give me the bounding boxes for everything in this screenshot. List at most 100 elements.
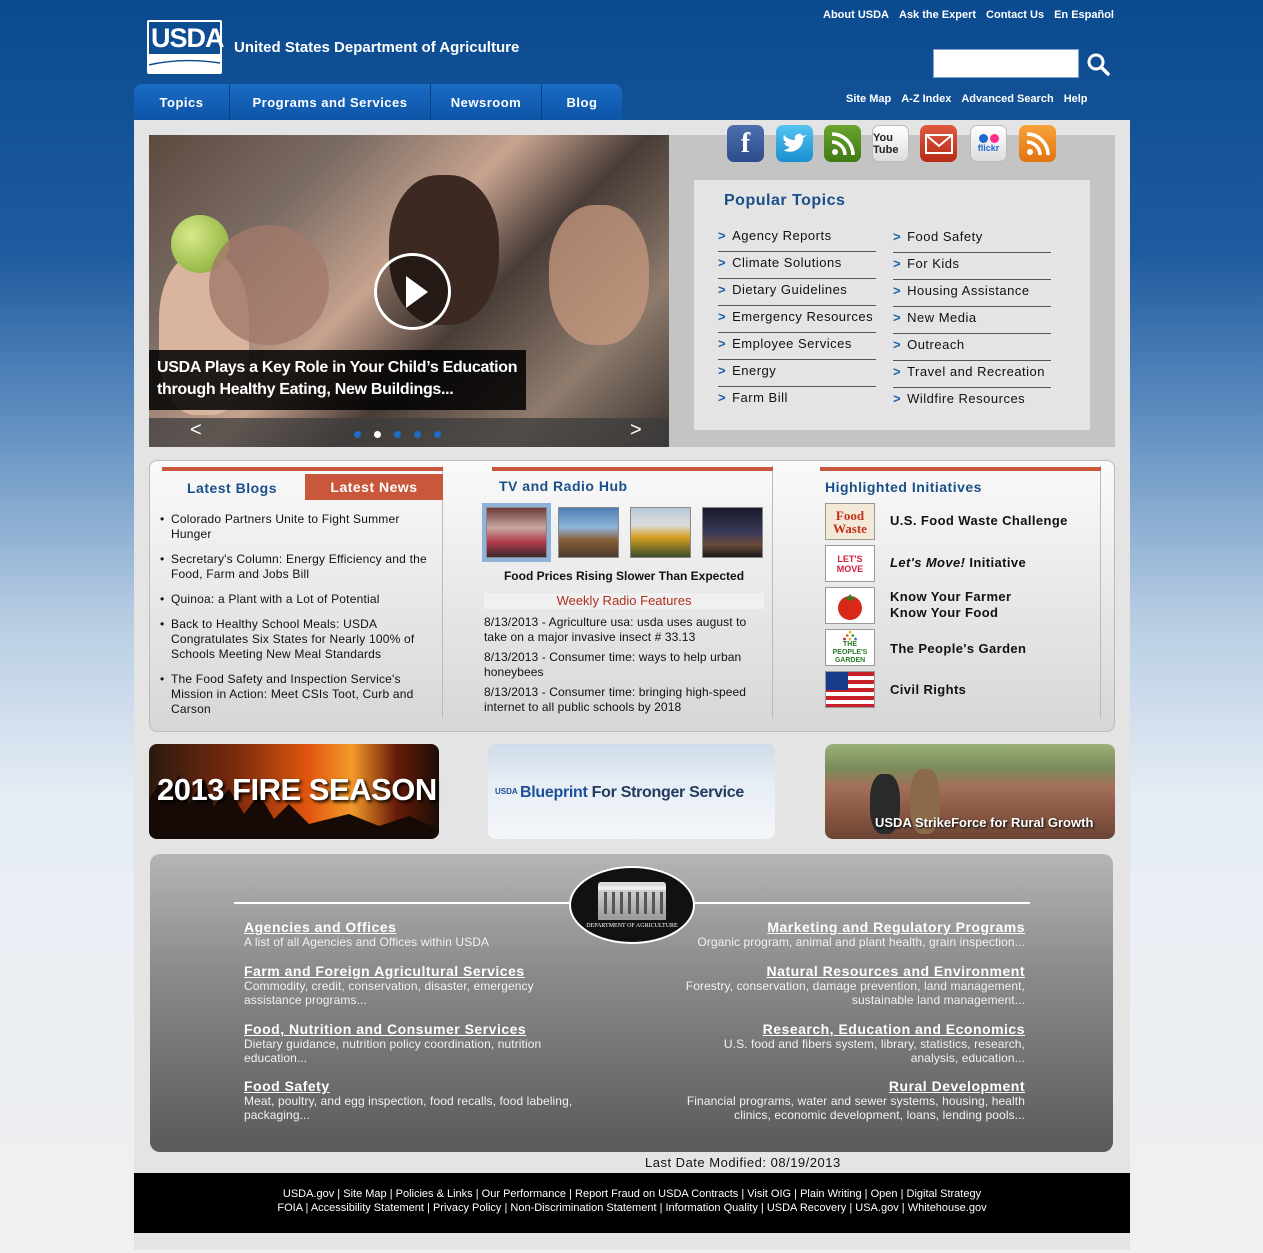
food-waste-icon[interactable]: Food Waste: [825, 503, 875, 540]
footer-link[interactable]: Digital Strategy: [907, 1188, 982, 1200]
nav-programs-services[interactable]: Programs and Services: [230, 84, 431, 120]
video-thumbnail[interactable]: [558, 507, 619, 558]
usda-logo[interactable]: USDA: [147, 20, 225, 74]
tab-latest-blogs[interactable]: Latest Blogs: [162, 472, 302, 500]
agency-link[interactable]: Marketing and Regulatory Programs: [665, 919, 1025, 935]
list-item[interactable]: Quinoa: a Plant with a Lot of Potential: [160, 592, 435, 607]
topic-link[interactable]: > Travel and Recreation: [893, 361, 1051, 388]
email-icon[interactable]: [920, 125, 957, 162]
espanol-link[interactable]: En Español: [1054, 9, 1114, 21]
tv-radio-title[interactable]: TV and Radio Hub: [499, 478, 628, 494]
topic-link[interactable]: > Energy: [718, 360, 876, 387]
footer-link[interactable]: Whitehouse.gov: [908, 1202, 987, 1214]
site-map-link[interactable]: Site Map: [846, 93, 891, 105]
hero-caption[interactable]: USDA Plays a Key Role in Your Child’s Ed…: [149, 350, 526, 410]
slider-dot[interactable]: [414, 431, 421, 438]
flag-icon[interactable]: [825, 671, 875, 708]
slider-dot[interactable]: [434, 431, 441, 438]
footer-link[interactable]: Policies & Links: [396, 1188, 473, 1200]
initiative-label[interactable]: U.S. Food Waste Challenge: [890, 513, 1068, 529]
agency-link[interactable]: Agencies and Offices: [244, 919, 554, 935]
youtube-icon[interactable]: You Tube: [872, 125, 909, 162]
lets-move-icon[interactable]: LET'S MOVE: [825, 545, 875, 582]
footer-link[interactable]: Privacy Policy: [433, 1202, 501, 1214]
radio-list: 8/13/2013 - Agriculture usa: usda uses a…: [484, 615, 759, 720]
radio-item[interactable]: 8/13/2013 - Consumer time: bringing high…: [484, 685, 759, 715]
footer-link[interactable]: Report Fraud on USDA Contracts: [575, 1188, 738, 1200]
video-thumbnail[interactable]: [702, 507, 763, 558]
footer-link[interactable]: Visit OIG: [747, 1188, 791, 1200]
video-thumbnail[interactable]: [486, 507, 547, 558]
topic-link[interactable]: > Employee Services: [718, 333, 876, 360]
slider-next-button[interactable]: >: [630, 419, 642, 442]
contact-us-link[interactable]: Contact Us: [986, 9, 1044, 21]
advanced-search-link[interactable]: Advanced Search: [961, 93, 1053, 105]
slider-dot[interactable]: [394, 431, 401, 438]
peoples-garden-icon[interactable]: THE PEOPLE'S GARDEN: [825, 629, 875, 666]
footer-link[interactable]: Our Performance: [482, 1188, 566, 1200]
initiative-label[interactable]: Civil Rights: [890, 682, 966, 698]
nav-newsroom[interactable]: Newsroom: [431, 84, 542, 120]
topic-link[interactable]: > For Kids: [893, 253, 1051, 280]
flickr-icon[interactable]: flickr: [970, 125, 1007, 162]
play-video-icon[interactable]: [374, 253, 451, 330]
topic-link[interactable]: > Emergency Resources: [718, 306, 876, 333]
topic-link[interactable]: > Farm Bill: [718, 387, 876, 414]
video-caption[interactable]: Food Prices Rising Slower Than Expected: [484, 569, 764, 583]
topic-link[interactable]: > Wildfire Resources: [893, 388, 1051, 415]
search-button[interactable]: [1086, 52, 1110, 76]
footer-link[interactable]: Plain Writing: [800, 1188, 862, 1200]
blogger-icon[interactable]: [824, 125, 861, 162]
footer-link[interactable]: Information Quality: [666, 1202, 758, 1214]
rss-icon[interactable]: [1019, 125, 1056, 162]
slider-prev-button[interactable]: <: [190, 419, 202, 442]
radio-item[interactable]: 8/13/2013 - Consumer time: ways to help …: [484, 650, 759, 680]
topic-link[interactable]: > Dietary Guidelines: [718, 279, 876, 306]
topic-link[interactable]: > Food Safety: [893, 226, 1051, 253]
agency-link[interactable]: Natural Resources and Environment: [665, 963, 1025, 979]
ask-expert-link[interactable]: Ask the Expert: [899, 9, 976, 21]
nav-blog[interactable]: Blog: [542, 84, 622, 120]
topic-link[interactable]: > Outreach: [893, 334, 1051, 361]
topic-link[interactable]: > Climate Solutions: [718, 252, 876, 279]
footer-link[interactable]: FOIA: [277, 1202, 302, 1214]
agency-link[interactable]: Food, Nutrition and Consumer Services: [244, 1021, 554, 1037]
slider-dot[interactable]: [354, 431, 361, 438]
footer-link[interactable]: USDA Recovery: [767, 1202, 846, 1214]
radio-header[interactable]: Weekly Radio Features: [484, 593, 764, 609]
tab-latest-news[interactable]: Latest News: [305, 474, 443, 500]
list-item[interactable]: Back to Healthy School Meals: USDA Congr…: [160, 617, 435, 662]
agency-link[interactable]: Rural Development: [665, 1078, 1025, 1094]
radio-item[interactable]: 8/13/2013 - Agriculture usa: usda uses a…: [484, 615, 759, 645]
footer-link[interactable]: Open: [871, 1188, 898, 1200]
footer-link[interactable]: USDA.gov: [283, 1188, 334, 1200]
list-item[interactable]: Colorado Partners Unite to Fight Summer …: [160, 512, 435, 542]
slider-dot-active[interactable]: [374, 431, 381, 438]
help-link[interactable]: Help: [1064, 93, 1088, 105]
footer-link[interactable]: Accessibility Statement: [311, 1202, 424, 1214]
twitter-icon[interactable]: [776, 125, 813, 162]
footer-link[interactable]: Non-Discrimination Statement: [510, 1202, 656, 1214]
az-index-link[interactable]: A-Z Index: [901, 93, 951, 105]
initiative-label[interactable]: Let's Move! Initiative: [890, 555, 1026, 571]
topic-link[interactable]: > New Media: [893, 307, 1051, 334]
search-input[interactable]: [933, 49, 1079, 78]
about-usda-link[interactable]: About USDA: [823, 9, 889, 21]
topic-link[interactable]: > Housing Assistance: [893, 280, 1051, 307]
initiative-label[interactable]: Know Your Farmer Know Your Food: [890, 589, 1012, 621]
facebook-icon[interactable]: f: [727, 125, 764, 162]
topic-label: Agency Reports: [732, 228, 832, 243]
agency-link[interactable]: Farm and Foreign Agricultural Services: [244, 963, 554, 979]
agency-link[interactable]: Research, Education and Economics: [705, 1021, 1025, 1037]
list-item[interactable]: Secretary's Column: Energy Efficiency an…: [160, 552, 435, 582]
video-thumbnail[interactable]: [630, 507, 691, 558]
agency-link[interactable]: Food Safety: [244, 1078, 584, 1094]
topic-link[interactable]: > Agency Reports: [718, 225, 876, 252]
tomato-icon[interactable]: [825, 587, 875, 624]
footer-link[interactable]: Site Map: [343, 1188, 386, 1200]
footer-link[interactable]: USA.gov: [855, 1202, 898, 1214]
nav-topics[interactable]: Topics: [134, 84, 230, 120]
footer-links-row: USDA.gov | Site Map | Policies & Links |…: [134, 1187, 1130, 1201]
initiative-label[interactable]: The People's Garden: [890, 641, 1026, 657]
list-item[interactable]: The Food Safety and Inspection Service's…: [160, 672, 435, 717]
